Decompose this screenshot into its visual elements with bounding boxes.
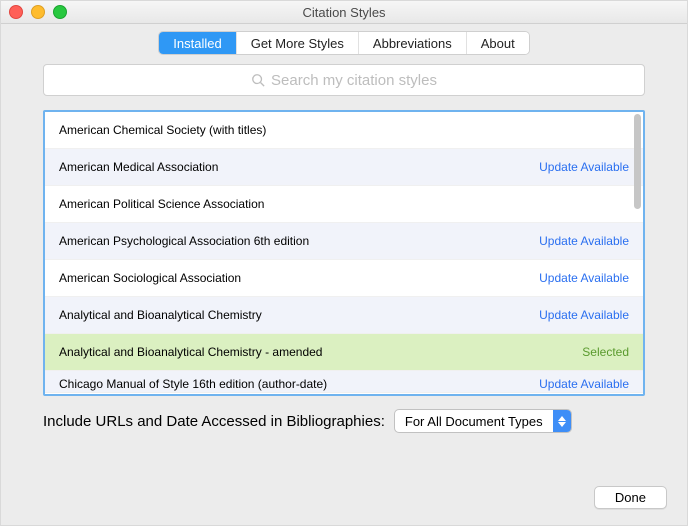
tab-about[interactable]: About [466, 32, 529, 54]
segmented-control: Installed Get More Styles Abbreviations … [159, 32, 528, 54]
tabbar: Installed Get More Styles Abbreviations … [1, 24, 687, 64]
style-name: American Sociological Association [59, 271, 241, 285]
list-item[interactable]: Analytical and Bioanalytical Chemistry -… [45, 334, 643, 371]
include-urls-select[interactable]: For All Document Types [395, 410, 571, 432]
style-status[interactable]: Update Available [539, 308, 629, 322]
search-icon [251, 73, 265, 87]
search-placeholder: Search my citation styles [271, 72, 437, 89]
list-item[interactable]: Analytical and Bioanalytical Chemistry U… [45, 297, 643, 334]
list-item[interactable]: American Political Science Association [45, 186, 643, 223]
tab-abbreviations[interactable]: Abbreviations [358, 32, 466, 54]
style-name: American Psychological Association 6th e… [59, 234, 309, 248]
citation-styles-window: Citation Styles Installed Get More Style… [0, 0, 688, 526]
style-status[interactable]: Update Available [539, 377, 629, 391]
style-status[interactable]: Update Available [539, 271, 629, 285]
search-input[interactable]: Search my citation styles [43, 64, 645, 96]
style-list: American Chemical Society (with titles) … [43, 110, 645, 396]
style-name: Chicago Manual of Style 16th edition (au… [59, 377, 327, 391]
scrollbar[interactable] [634, 114, 641, 209]
list-item[interactable]: American Medical Association Update Avai… [45, 149, 643, 186]
style-list-scroll[interactable]: American Chemical Society (with titles) … [45, 112, 643, 394]
footer: Done [1, 470, 687, 525]
style-status: Selected [582, 345, 629, 359]
tab-installed[interactable]: Installed [159, 32, 235, 54]
style-name: Analytical and Bioanalytical Chemistry -… [59, 345, 322, 359]
style-name: Analytical and Bioanalytical Chemistry [59, 308, 262, 322]
style-name: American Chemical Society (with titles) [59, 123, 266, 137]
select-value: For All Document Types [395, 410, 553, 432]
tab-get-more-styles[interactable]: Get More Styles [236, 32, 358, 54]
style-name: American Political Science Association [59, 197, 264, 211]
style-name: American Medical Association [59, 160, 218, 174]
list-item[interactable]: American Psychological Association 6th e… [45, 223, 643, 260]
content-area: Search my citation styles American Chemi… [1, 64, 687, 470]
style-status[interactable]: Update Available [539, 160, 629, 174]
list-item[interactable]: American Sociological Association Update… [45, 260, 643, 297]
done-button[interactable]: Done [594, 486, 667, 509]
list-item[interactable]: Chicago Manual of Style 16th edition (au… [45, 371, 643, 393]
chevron-up-down-icon [553, 410, 571, 432]
window-title: Citation Styles [1, 5, 687, 20]
titlebar: Citation Styles [1, 1, 687, 24]
style-status[interactable]: Update Available [539, 234, 629, 248]
include-urls-row: Include URLs and Date Accessed in Biblio… [43, 410, 645, 432]
include-urls-label: Include URLs and Date Accessed in Biblio… [43, 413, 385, 430]
list-item[interactable]: American Chemical Society (with titles) [45, 112, 643, 149]
